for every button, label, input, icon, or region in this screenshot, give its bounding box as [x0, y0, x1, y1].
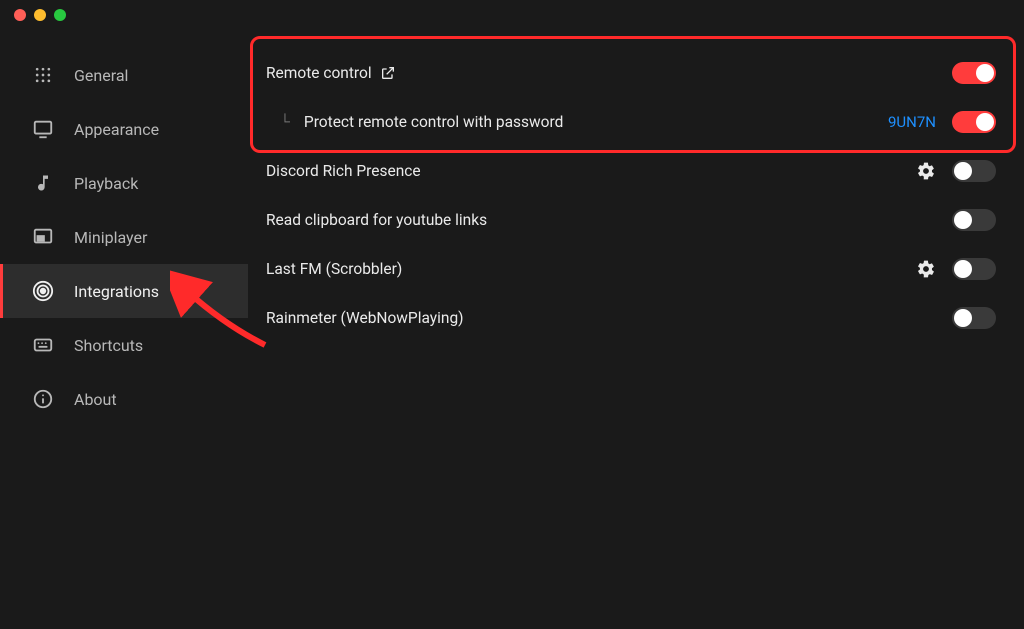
- sidebar-item-label: Integrations: [74, 282, 159, 301]
- sidebar: General Appearance Playback Miniplayer I: [0, 30, 248, 629]
- remote-password-code[interactable]: 9UN7N: [888, 113, 936, 131]
- toggle-remote-control[interactable]: [952, 62, 996, 84]
- row-lastfm: Last FM (Scrobbler): [258, 244, 1004, 293]
- maximize-window-button[interactable]: [54, 9, 66, 21]
- sidebar-item-about[interactable]: About: [0, 372, 248, 426]
- close-window-button[interactable]: [14, 9, 26, 21]
- row-discord: Discord Rich Presence: [258, 146, 1004, 195]
- info-icon: [32, 388, 54, 410]
- toggle-protect-remote[interactable]: [952, 111, 996, 133]
- toggle-lastfm[interactable]: [952, 258, 996, 280]
- row-label: Remote control: [266, 64, 372, 82]
- sidebar-item-appearance[interactable]: Appearance: [0, 102, 248, 156]
- sidebar-item-playback[interactable]: Playback: [0, 156, 248, 210]
- sidebar-item-general[interactable]: General: [0, 48, 248, 102]
- keyboard-icon: [32, 334, 54, 356]
- row-label: Discord Rich Presence: [266, 162, 421, 180]
- titlebar: [0, 0, 1024, 30]
- toggle-discord[interactable]: [952, 160, 996, 182]
- sidebar-item-label: Shortcuts: [74, 336, 143, 355]
- row-label: Protect remote control with password: [304, 113, 563, 131]
- row-label: Rainmeter (WebNowPlaying): [266, 309, 464, 327]
- music-note-icon: [32, 172, 54, 194]
- pip-icon: [32, 226, 54, 248]
- row-protect-remote: └ Protect remote control with password 9…: [258, 97, 1004, 146]
- row-label: Last FM (Scrobbler): [266, 260, 402, 278]
- row-label: Read clipboard for youtube links: [266, 211, 487, 229]
- content-integrations: Remote control └ Protect remote control …: [248, 30, 1024, 629]
- sidebar-item-label: Appearance: [74, 120, 159, 139]
- sidebar-item-label: Playback: [74, 174, 138, 193]
- sidebar-item-integrations[interactable]: Integrations: [0, 264, 248, 318]
- toggle-clipboard[interactable]: [952, 209, 996, 231]
- sidebar-item-label: General: [74, 66, 128, 85]
- lastfm-settings-button[interactable]: [916, 259, 936, 279]
- row-remote-control: Remote control: [258, 48, 1004, 97]
- tree-branch-icon: └: [280, 113, 290, 130]
- sidebar-item-miniplayer[interactable]: Miniplayer: [0, 210, 248, 264]
- sidebar-item-shortcuts[interactable]: Shortcuts: [0, 318, 248, 372]
- toggle-rainmeter[interactable]: [952, 307, 996, 329]
- monitor-icon: [32, 118, 54, 140]
- discord-settings-button[interactable]: [916, 161, 936, 181]
- sidebar-item-label: Miniplayer: [74, 228, 147, 247]
- minimize-window-button[interactable]: [34, 9, 46, 21]
- sidebar-item-label: About: [74, 390, 117, 409]
- broadcast-icon: [32, 280, 54, 302]
- row-rainmeter: Rainmeter (WebNowPlaying): [258, 293, 1004, 342]
- external-link-icon[interactable]: [380, 65, 396, 81]
- row-clipboard: Read clipboard for youtube links: [258, 195, 1004, 244]
- grid-icon: [32, 64, 54, 86]
